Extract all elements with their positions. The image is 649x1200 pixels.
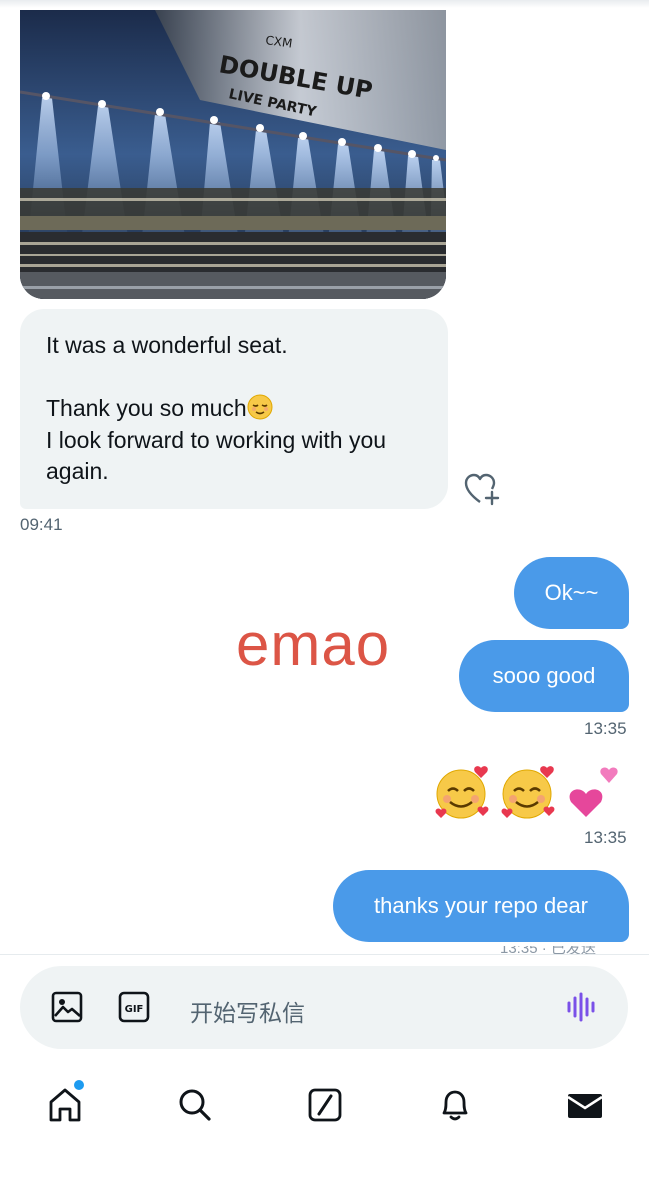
- smiling-face-with-hearts-icon[interactable]: [433, 762, 493, 827]
- compose-icon[interactable]: [295, 1075, 355, 1135]
- watermark-text: emao: [236, 611, 391, 678]
- two-hearts-icon[interactable]: [565, 764, 625, 829]
- top-edge: [0, 0, 649, 8]
- composer-divider: [0, 954, 649, 955]
- message-line: I look forward to working with you: [46, 426, 387, 453]
- message-line: It was a wonderful seat.: [46, 332, 288, 358]
- shared-photo[interactable]: CXM DOUBLE UP LIVE PARTY: [20, 10, 446, 299]
- message-timestamp: 09:41: [20, 515, 63, 534]
- outgoing-message-bubble[interactable]: sooo good: [459, 640, 629, 712]
- smiling-face-with-hearts-icon[interactable]: [499, 762, 559, 827]
- message-line: again.: [46, 458, 109, 484]
- message-input[interactable]: 开始写私信: [190, 994, 305, 1028]
- message-composer[interactable]: GIF 开始写私信: [20, 966, 628, 1049]
- message-status: 13:35 · 已发送: [500, 946, 640, 954]
- message-timestamp: 13:35: [584, 828, 627, 847]
- add-reaction-heart-icon[interactable]: [463, 473, 501, 507]
- incoming-message-bubble[interactable]: It was a wonderful seat. Thank you so mu…: [20, 309, 448, 509]
- search-icon[interactable]: [165, 1075, 225, 1135]
- message-line: Thank you so much: [46, 393, 422, 425]
- voice-wave-icon[interactable]: [565, 990, 599, 1029]
- relieved-face-icon: [247, 394, 273, 420]
- outgoing-message-bubble[interactable]: Ok~~: [514, 557, 629, 629]
- home-icon[interactable]: [35, 1075, 95, 1135]
- message-timestamp: 13:35: [584, 719, 627, 738]
- outgoing-message-bubble[interactable]: thanks your repo dear: [333, 870, 629, 942]
- bottom-navigation: [0, 1075, 649, 1135]
- home-notification-dot: [72, 1078, 86, 1092]
- gif-icon[interactable]: GIF: [117, 990, 151, 1029]
- image-icon[interactable]: [50, 990, 84, 1029]
- mail-icon[interactable]: [555, 1075, 615, 1135]
- bell-icon[interactable]: [425, 1075, 485, 1135]
- gif-label: GIF: [125, 1004, 144, 1015]
